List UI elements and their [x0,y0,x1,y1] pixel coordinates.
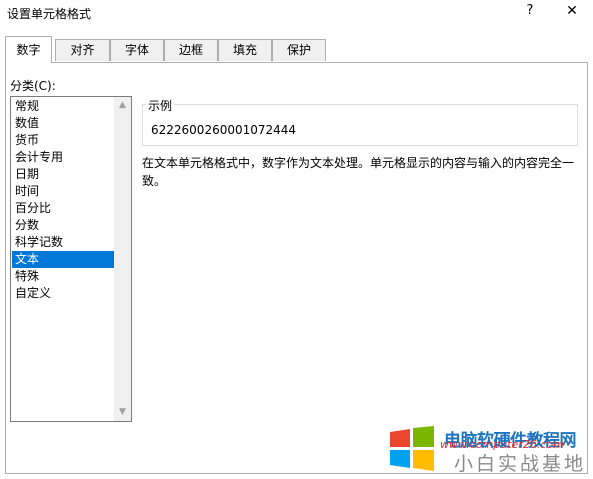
category-item-text[interactable]: 文本 [12,251,115,268]
category-item-accounting[interactable]: 会计专用 [12,149,115,166]
category-label: 分类(C): [10,79,56,93]
windows-logo-icon [390,426,434,471]
tab-alignment[interactable]: 对齐 [55,39,110,61]
category-item-currency[interactable]: 货币 [12,132,115,149]
watermark-slogan: 小白实战基地 [454,453,587,475]
tab-border[interactable]: 边框 [164,39,218,61]
scroll-down-icon[interactable]: ▼ [114,404,131,421]
scroll-up-icon[interactable]: ▲ [114,97,131,114]
dialog-title: 设置单元格格式 [7,7,92,21]
category-item-general[interactable]: 常规 [12,98,115,115]
category-item-custom[interactable]: 自定义 [12,285,115,302]
tab-protection[interactable]: 保护 [272,39,326,61]
sample-label: 示例 [146,97,175,114]
title-bar: 设置单元格格式 ? ✕ [0,0,593,26]
close-button[interactable]: ✕ [565,3,579,21]
tab-fill[interactable]: 填充 [218,39,272,61]
tab-font[interactable]: 字体 [110,39,164,61]
category-item-percentage[interactable]: 百分比 [12,200,115,217]
category-item-special[interactable]: 特殊 [12,268,115,285]
watermark: 电脑软硬件教程网 www.computer26.com 小白实战基地 [388,426,588,476]
format-description: 在文本单元格格式中，数字作为文本处理。单元格显示的内容与输入的内容完全一致。 [142,156,575,188]
category-item-fraction[interactable]: 分数 [12,217,115,234]
category-item-date[interactable]: 日期 [12,166,115,183]
category-item-number[interactable]: 数值 [12,115,115,132]
sample-value: 6222600260001072444 [151,123,297,137]
help-button[interactable]: ? [523,3,537,21]
category-scrollbar[interactable]: ▲ ▼ [114,97,131,421]
category-item-time[interactable]: 时间 [12,183,115,200]
category-item-scientific[interactable]: 科学记数 [12,234,115,251]
category-list[interactable]: 常规 数值 货币 会计专用 日期 时间 百分比 分数 科学记数 文本 特殊 自定… [10,96,132,422]
tab-number[interactable]: 数字 [5,36,52,63]
